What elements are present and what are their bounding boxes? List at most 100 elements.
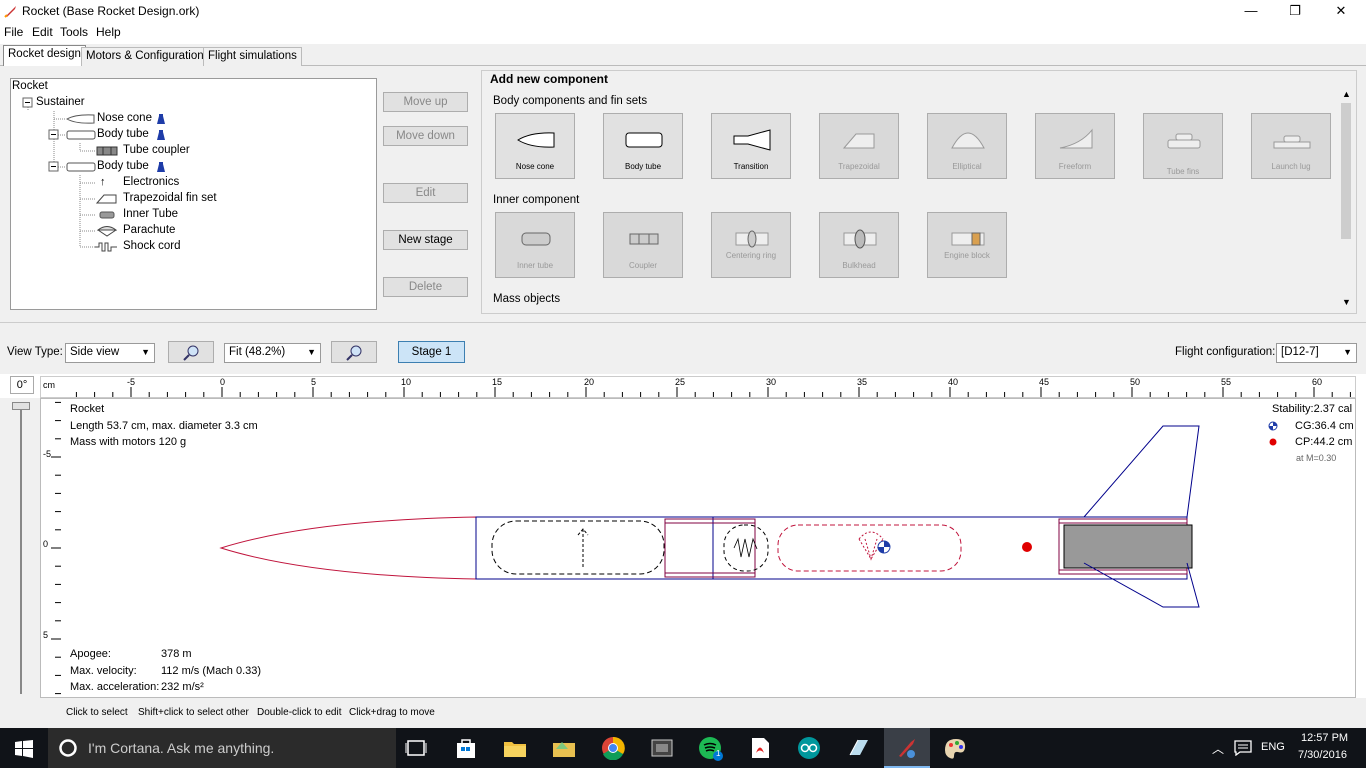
tree-item-parachute[interactable]: Parachute (123, 224, 175, 236)
magnifier-icon (346, 345, 362, 361)
store-icon[interactable] (455, 737, 477, 759)
rocket-side-view[interactable] (41, 399, 1355, 697)
tree-item-trapezoidal-fin-set[interactable]: Trapezoidal fin set (123, 192, 217, 204)
tree-item-inner-tube[interactable]: Inner Tube (123, 208, 178, 220)
add-freeform-fin-button[interactable]: Freeform (1035, 113, 1115, 179)
component-tree[interactable]: Rocket Sustainer Nose cone Body tube Tub… (10, 78, 377, 310)
scroll-up-icon[interactable]: ▲ (1342, 89, 1351, 99)
motor-shape (1063, 524, 1193, 569)
ruler-tick-label: 15 (492, 377, 503, 387)
add-engine-block-button[interactable]: Engine block (927, 212, 1007, 278)
acrobat-icon[interactable] (748, 736, 772, 760)
tree-item-body-tube-1[interactable]: Body tube (97, 128, 149, 140)
menu-edit[interactable]: Edit (32, 25, 53, 39)
add-coupler-button[interactable]: Coupler (603, 212, 683, 278)
rotation-slider-track[interactable] (20, 402, 22, 694)
tab-motors-configuration[interactable]: Motors & Configuration (81, 47, 209, 66)
menu-file[interactable]: File (4, 25, 23, 39)
tab-flight-simulations[interactable]: Flight simulations (203, 47, 302, 66)
task-view-icon[interactable] (405, 739, 427, 757)
paint-icon[interactable] (942, 736, 968, 762)
component-scrollbar[interactable]: ▲ ▼ (1338, 89, 1354, 311)
cortana-search-box[interactable]: I'm Cortana. Ask me anything. (48, 728, 396, 768)
zoom-out-button[interactable] (331, 341, 377, 363)
file-explorer-icon[interactable] (503, 737, 527, 759)
clock-time[interactable]: 12:57 PM (1301, 732, 1348, 744)
add-transition-button[interactable]: Transition (711, 113, 791, 179)
tab-rocket-design[interactable]: Rocket design (3, 45, 86, 66)
bulkhead-icon (843, 229, 877, 249)
tree-item-shock-cord[interactable]: Shock cord (123, 240, 181, 252)
photos-folder-icon[interactable] (552, 737, 576, 759)
rocket-figure-canvas[interactable]: -5 0 5 Rocket Length 53.7 cm, max. diame… (40, 398, 1356, 698)
taskbar-openrocket-active[interactable] (884, 728, 930, 768)
add-launch-lug-button[interactable]: Launch lug (1251, 113, 1331, 179)
nose-cone-shape (219, 516, 477, 580)
title-bar: Rocket (Base Rocket Design.ork) — ❐ ✕ (0, 0, 1366, 22)
electronics-icon: ↑ (100, 176, 106, 188)
ruler-tick-label: 40 (948, 377, 959, 387)
inner-tube-icon (521, 232, 551, 246)
view-toolbar: View Type: Side view ▼ Fit (48.2%) ▼ Stage… (0, 322, 1366, 374)
chrome-icon[interactable] (601, 736, 625, 760)
ruler-ticks (75, 387, 1351, 397)
horizontal-ruler: cm -5 0 5 10 15 20 25 30 35 40 45 50 55 … (40, 376, 1356, 398)
tree-item-nose-cone[interactable]: Nose cone (97, 112, 152, 124)
tree-item-body-tube-2[interactable]: Body tube (97, 160, 149, 172)
clock-date[interactable]: 7/30/2016 (1298, 749, 1347, 761)
window-title: Rocket (Base Rocket Design.ork) (22, 4, 200, 18)
engine-block-icon (951, 232, 985, 246)
add-body-tube-button[interactable]: Body tube (603, 113, 683, 179)
scrollbar-thumb[interactable] (1341, 103, 1351, 239)
add-nose-cone-button[interactable]: Nose cone (495, 113, 575, 179)
add-centering-ring-button[interactable]: Centering ring (711, 212, 791, 278)
zoom-select[interactable]: Fit (48.2%) ▼ (224, 343, 321, 363)
maximize-button[interactable]: ❐ (1272, 0, 1318, 22)
edit-button[interactable]: Edit (383, 183, 468, 203)
freeform-fin-icon (1059, 128, 1093, 149)
tree-item-tube-coupler[interactable]: Tube coupler (123, 144, 190, 156)
close-button[interactable]: ✕ (1318, 0, 1364, 22)
ruler-tick-label: 25 (675, 377, 686, 387)
centering-ring-icon (735, 230, 769, 248)
new-stage-button[interactable]: New stage (383, 230, 468, 250)
arduino-icon[interactable] (796, 736, 822, 760)
inner-tube-icon (99, 211, 115, 219)
zoom-in-button[interactable] (168, 341, 214, 363)
tree-item-electronics[interactable]: Electronics (123, 176, 179, 188)
move-up-button[interactable]: Move up (383, 92, 468, 112)
rotation-slider-handle[interactable] (12, 402, 30, 410)
max-acceleration-label: Max. acceleration: (70, 681, 160, 693)
add-bulkhead-button[interactable]: Bulkhead (819, 212, 899, 278)
add-elliptical-fin-button[interactable]: Elliptical (927, 113, 1007, 179)
move-down-button[interactable]: Move down (383, 126, 468, 146)
windows-start-icon[interactable] (15, 740, 33, 758)
notes-app-icon[interactable] (846, 737, 870, 759)
hint-click-select: Click to select (66, 707, 128, 718)
nose-cone-icon (66, 114, 95, 124)
openrocket-icon (899, 739, 915, 758)
view-type-select[interactable]: Side view ▼ (65, 343, 155, 363)
mass-override-icon (157, 114, 165, 124)
spotify-badge: 1 (716, 749, 721, 758)
stage-1-toggle[interactable]: Stage 1 (398, 341, 465, 363)
video-app-icon[interactable] (650, 737, 674, 759)
chevron-up-icon[interactable]: ︿ (1212, 740, 1224, 757)
menu-help[interactable]: Help (96, 25, 121, 39)
hint-click-drag: Click+drag to move (349, 707, 435, 718)
add-inner-tube-button[interactable]: Inner tube (495, 212, 575, 278)
add-trapezoidal-fin-button[interactable]: Trapezoidal (819, 113, 899, 179)
delete-button[interactable]: Delete (383, 277, 468, 297)
tube-fins-icon (1167, 133, 1201, 149)
tree-item-sustainer[interactable]: Sustainer (36, 96, 85, 108)
language-indicator[interactable]: ENG (1261, 741, 1285, 753)
fin-set-icon (96, 194, 117, 204)
menu-tools[interactable]: Tools (60, 25, 88, 39)
scroll-down-icon[interactable]: ▼ (1342, 297, 1351, 307)
body-tube-icon (66, 162, 96, 172)
windows-taskbar: I'm Cortana. Ask me anything. 1 ︿ ENG 12… (0, 728, 1366, 768)
action-center-icon[interactable] (1234, 740, 1252, 756)
add-tube-fins-button[interactable]: Tube fins (1143, 113, 1223, 179)
minimize-button[interactable]: — (1228, 0, 1274, 22)
flight-config-select[interactable]: [D12-7] ▼ (1276, 343, 1357, 363)
